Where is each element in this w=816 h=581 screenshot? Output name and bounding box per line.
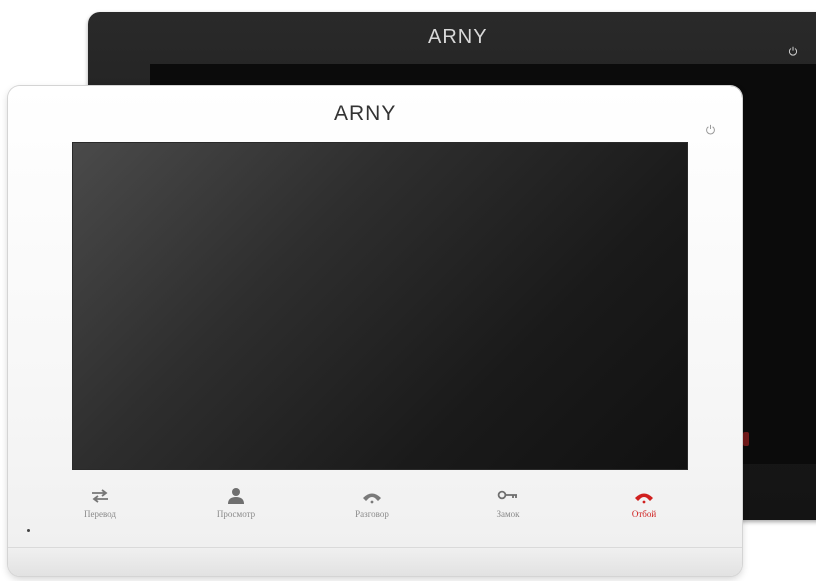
white-monitor-brand: ARNY bbox=[334, 102, 397, 125]
black-monitor-red-mark bbox=[743, 432, 749, 446]
transfer-button[interactable]: Перевод bbox=[60, 486, 140, 519]
hang-up-button[interactable]: Отбой bbox=[604, 486, 684, 519]
white-monitor-screen bbox=[72, 142, 688, 470]
power-icon bbox=[706, 124, 715, 135]
white-monitor-base bbox=[8, 547, 742, 576]
key-icon bbox=[497, 490, 517, 500]
black-monitor-brand: ARNY bbox=[428, 26, 488, 48]
white-monitor: ARNY Перевод Просмотр Разговор Замок Отб… bbox=[8, 86, 742, 576]
transfer-arrows-icon bbox=[92, 489, 108, 503]
control-button-row: Перевод Просмотр Разговор Замок Отбой bbox=[8, 486, 742, 536]
microphone-hole bbox=[27, 529, 30, 532]
phone-handset-icon bbox=[363, 493, 381, 504]
transfer-button-label: Перевод bbox=[84, 509, 116, 519]
hang-up-phone-icon bbox=[635, 493, 653, 504]
lock-button-label: Замок bbox=[496, 509, 520, 519]
view-button-label: Просмотр bbox=[216, 509, 256, 519]
product-photo: ARNY ARNY Перевод Просмотр Разговор Замо… bbox=[0, 0, 816, 581]
hang-up-button-label: Отбой bbox=[631, 509, 657, 519]
talk-button-label: Разговор bbox=[355, 509, 389, 519]
power-icon bbox=[788, 46, 798, 56]
talk-button[interactable]: Разговор bbox=[332, 486, 412, 519]
person-icon bbox=[228, 488, 244, 504]
lock-button[interactable]: Замок bbox=[468, 486, 548, 519]
view-button[interactable]: Просмотр bbox=[196, 486, 276, 519]
